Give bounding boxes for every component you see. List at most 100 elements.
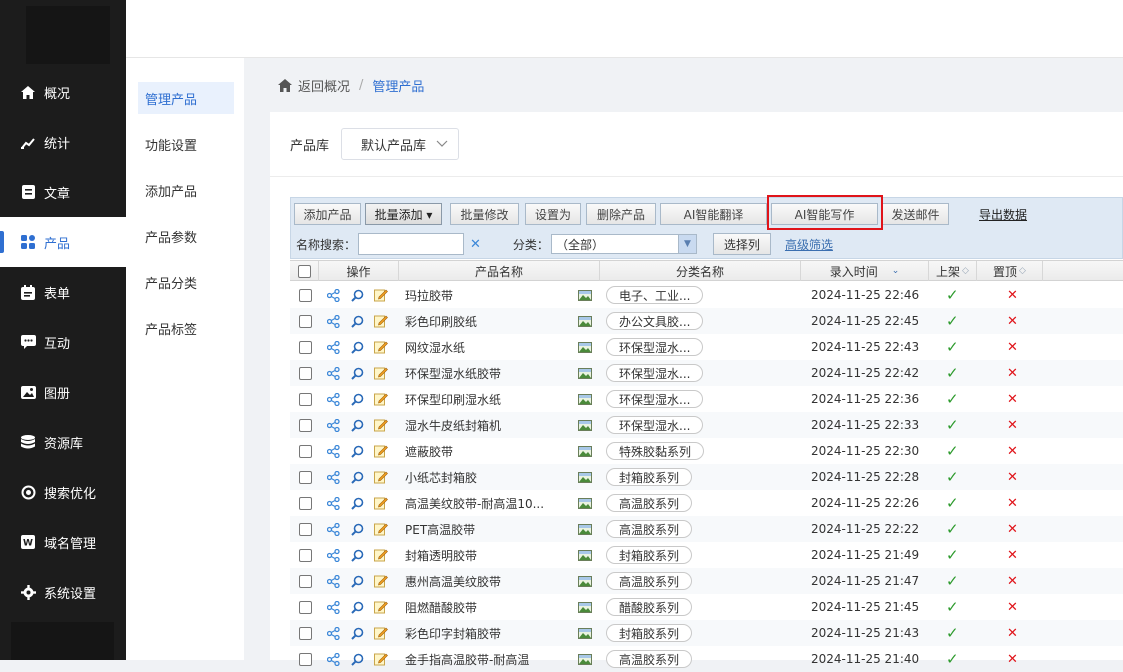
top-cross-icon[interactable]: ✕ [1007, 620, 1018, 646]
share-icon[interactable] [326, 418, 340, 432]
row-checkbox[interactable] [299, 419, 312, 432]
category-tag[interactable]: 高温胶系列 [606, 572, 692, 590]
table-row[interactable]: 环保型印刷湿水纸环保型湿水...2024-11-25 22:36✓✕ [290, 386, 1123, 412]
edit-icon[interactable] [374, 392, 388, 406]
share-icon[interactable] [326, 548, 340, 562]
product-name[interactable]: PET高温胶带 [405, 516, 565, 542]
top-cross-icon[interactable]: ✕ [1007, 464, 1018, 490]
product-name[interactable]: 网纹湿水纸 [405, 334, 565, 360]
row-checkbox[interactable] [299, 471, 312, 484]
top-cross-icon[interactable]: ✕ [1007, 412, 1018, 438]
row-checkbox[interactable] [299, 367, 312, 380]
sidebar-item-1[interactable]: 统计 [0, 117, 126, 167]
edit-icon[interactable] [374, 340, 388, 354]
share-icon[interactable] [326, 600, 340, 614]
sidebar-item-3[interactable]: 产品 [0, 217, 126, 267]
category-tag[interactable]: 办公文具胶... [606, 312, 703, 330]
product-name[interactable]: 彩色印字封箱胶带 [405, 620, 565, 646]
category-tag[interactable]: 环保型湿水... [606, 338, 703, 356]
preview-search-icon[interactable] [350, 574, 364, 588]
product-name[interactable]: 阻燃醋酸胶带 [405, 594, 565, 620]
preview-search-icon[interactable] [350, 288, 364, 302]
online-check-icon[interactable]: ✓ [946, 282, 959, 308]
top-cross-icon[interactable]: ✕ [1007, 516, 1018, 542]
top-cross-icon[interactable]: ✕ [1007, 308, 1018, 334]
row-checkbox[interactable] [299, 523, 312, 536]
product-name[interactable]: 环保型湿水纸胶带 [405, 360, 565, 386]
sidebar-item-10[interactable]: 系统设置 [0, 567, 126, 617]
table-row[interactable]: 惠州高温美纹胶带高温胶系列2024-11-25 21:47✓✕ [290, 568, 1123, 594]
top-cross-icon[interactable]: ✕ [1007, 490, 1018, 516]
category-tag[interactable]: 环保型湿水... [606, 364, 703, 382]
edit-icon[interactable] [374, 652, 388, 666]
product-name[interactable]: 金手指高温胶带-耐高温 [405, 646, 565, 672]
category-tag[interactable]: 封箱胶系列 [606, 468, 692, 486]
edit-icon[interactable] [374, 574, 388, 588]
share-icon[interactable] [326, 496, 340, 510]
delete-product-button[interactable]: 删除产品 [586, 203, 656, 225]
subnav-item-4[interactable]: 产品分类 [138, 266, 234, 298]
send-email-button[interactable]: 发送邮件 [882, 203, 949, 225]
top-cross-icon[interactable]: ✕ [1007, 282, 1018, 308]
online-check-icon[interactable]: ✓ [946, 646, 959, 672]
preview-search-icon[interactable] [350, 626, 364, 640]
row-checkbox[interactable] [299, 549, 312, 562]
online-check-icon[interactable]: ✓ [946, 594, 959, 620]
row-checkbox[interactable] [299, 497, 312, 510]
online-check-icon[interactable]: ✓ [946, 490, 959, 516]
clear-icon[interactable]: ✕ [470, 237, 481, 252]
preview-search-icon[interactable] [350, 392, 364, 406]
sidebar-item-8[interactable]: 搜索优化 [0, 467, 126, 517]
online-check-icon[interactable]: ✓ [946, 386, 959, 412]
online-check-icon[interactable]: ✓ [946, 308, 959, 334]
table-row[interactable]: 玛拉胶带电子、工业...2024-11-25 22:46✓✕ [290, 282, 1123, 308]
header-product-name[interactable]: 产品名称 [399, 261, 600, 281]
sidebar-item-5[interactable]: 互动 [0, 317, 126, 367]
category-tag[interactable]: 高温胶系列 [606, 650, 692, 668]
subnav-item-1[interactable]: 功能设置 [138, 128, 234, 160]
edit-icon[interactable] [374, 548, 388, 562]
subnav-item-2[interactable]: 添加产品 [138, 174, 234, 206]
share-icon[interactable] [326, 340, 340, 354]
category-tag[interactable]: 高温胶系列 [606, 520, 692, 538]
category-tag[interactable]: 电子、工业... [606, 286, 703, 304]
product-name[interactable]: 彩色印刷胶纸 [405, 308, 565, 334]
online-check-icon[interactable]: ✓ [946, 464, 959, 490]
edit-icon[interactable] [374, 496, 388, 510]
category-tag[interactable]: 环保型湿水... [606, 390, 703, 408]
table-row[interactable]: 彩色印刷胶纸办公文具胶...2024-11-25 22:45✓✕ [290, 308, 1123, 334]
share-icon[interactable] [326, 314, 340, 328]
category-tag[interactable]: 环保型湿水... [606, 416, 703, 434]
product-name[interactable]: 玛拉胶带 [405, 282, 565, 308]
preview-search-icon[interactable] [350, 444, 364, 458]
top-cross-icon[interactable]: ✕ [1007, 542, 1018, 568]
category-tag[interactable]: 封箱胶系列 [606, 624, 692, 642]
sidebar-item-9[interactable]: W域名管理 [0, 517, 126, 567]
table-row[interactable]: 环保型湿水纸胶带环保型湿水...2024-11-25 22:42✓✕ [290, 360, 1123, 386]
table-row[interactable]: PET高温胶带高温胶系列2024-11-25 22:22✓✕ [290, 516, 1123, 542]
online-check-icon[interactable]: ✓ [946, 620, 959, 646]
category-tag[interactable]: 醋酸胶系列 [606, 598, 692, 616]
table-row[interactable]: 金手指高温胶带-耐高温高温胶系列2024-11-25 21:40✓✕ [290, 646, 1123, 672]
online-check-icon[interactable]: ✓ [946, 542, 959, 568]
preview-search-icon[interactable] [350, 652, 364, 666]
edit-icon[interactable] [374, 470, 388, 484]
sidebar-item-7[interactable]: 资源库 [0, 417, 126, 467]
edit-icon[interactable] [374, 288, 388, 302]
subnav-item-0[interactable]: 管理产品 [138, 82, 234, 114]
preview-search-icon[interactable] [350, 548, 364, 562]
row-checkbox[interactable] [299, 601, 312, 614]
online-check-icon[interactable]: ✓ [946, 516, 959, 542]
preview-search-icon[interactable] [350, 522, 364, 536]
header-online[interactable]: 上架 ◇ [929, 261, 977, 281]
preview-search-icon[interactable] [350, 470, 364, 484]
row-checkbox[interactable] [299, 653, 312, 666]
share-icon[interactable] [326, 444, 340, 458]
preview-search-icon[interactable] [350, 314, 364, 328]
product-name[interactable]: 遮蔽胶带 [405, 438, 565, 464]
name-search-input[interactable] [358, 233, 464, 255]
row-checkbox[interactable] [299, 627, 312, 640]
top-cross-icon[interactable]: ✕ [1007, 386, 1018, 412]
sidebar-item-2[interactable]: 文章 [0, 167, 126, 217]
breadcrumb-back-link[interactable]: 返回概况 [298, 76, 350, 95]
